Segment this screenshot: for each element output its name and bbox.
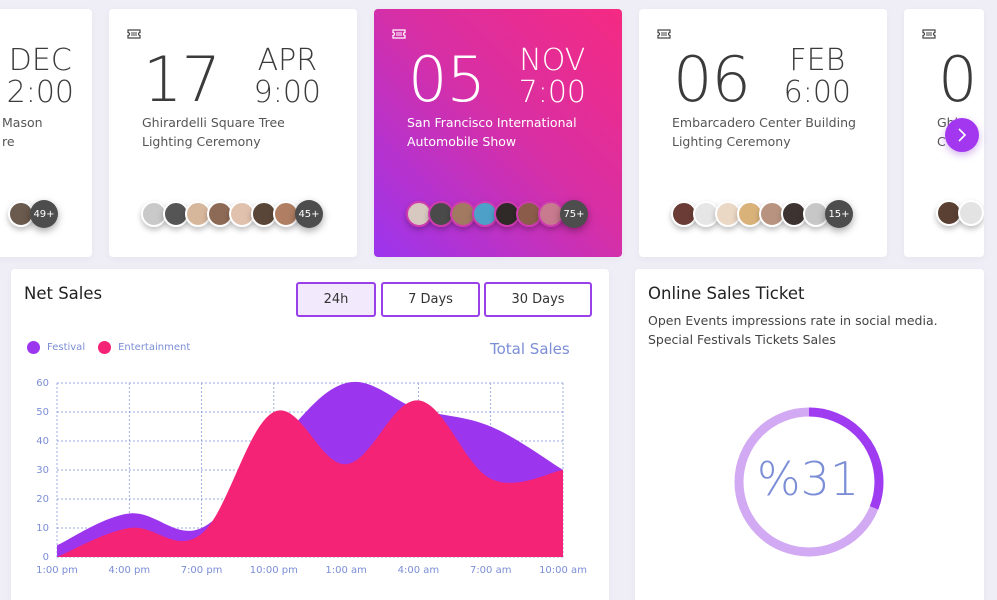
ticket-icon: [657, 29, 671, 39]
x-tick-label: 1:00 am: [325, 565, 367, 576]
more-attendees-badge[interactable]: 75+: [560, 200, 588, 228]
y-tick-label: 10: [36, 523, 49, 534]
event-title: Ghirardelli Square Tree Lighting Ceremon…: [142, 115, 285, 149]
net-sales-title: Net Sales: [24, 284, 103, 303]
event-day: 05: [408, 43, 486, 116]
attendee-avatars: [936, 200, 984, 226]
x-tick-label: 10:00 am: [539, 565, 587, 576]
x-tick-label: 7:00 am: [470, 565, 512, 576]
y-tick-label: 40: [36, 436, 49, 447]
legend-label-festival: Festival: [47, 342, 86, 353]
x-tick-label: 7:00 pm: [181, 565, 223, 576]
avatar: [958, 200, 984, 226]
event-day: 17: [143, 43, 221, 116]
range-24h-button[interactable]: 24h: [296, 282, 376, 317]
event-card[interactable]: DEC 2:00 Mason re 49+: [0, 9, 92, 257]
event-title: Embarcadero Center Building Lighting Cer…: [672, 115, 856, 149]
event-day: 0: [938, 43, 977, 116]
x-tick-label: 1:00 pm: [36, 565, 78, 576]
more-attendees-badge[interactable]: 15+: [825, 200, 853, 228]
event-card[interactable]: 06 FEB 6:00 Embarcadero Center Building …: [639, 9, 887, 257]
y-tick-label: 20: [36, 494, 49, 505]
x-tick-label: 10:00 pm: [250, 565, 298, 576]
legend-label-entertainment: Entertainment: [118, 342, 191, 353]
more-attendees-badge[interactable]: 49+: [30, 200, 58, 228]
chevron-right-icon: [958, 128, 967, 142]
ticket-icon: [922, 29, 936, 39]
event-month-time: APR 9:00: [253, 43, 321, 110]
attendee-avatars: 49+: [8, 200, 58, 228]
event-month-time: NOV 7:00: [518, 43, 586, 110]
y-tick-label: 0: [43, 552, 49, 563]
attendee-avatars: 45+: [141, 200, 323, 228]
y-tick-label: 50: [36, 407, 49, 418]
online-sales-title: Online Sales Ticket: [648, 284, 805, 303]
legend-swatch-entertainment: [98, 341, 112, 354]
x-tick-label: 4:00 am: [398, 565, 440, 576]
event-card[interactable]: 17 APR 9:00 Ghirardelli Square Tree Ligh…: [109, 9, 357, 257]
ticket-icon: [392, 29, 406, 39]
attendee-avatars: 15+: [671, 200, 853, 228]
percentage-value: %31: [756, 452, 860, 506]
y-tick-label: 60: [36, 378, 49, 389]
online-sales-description: Open Events impressions rate in social m…: [648, 313, 938, 347]
attendee-avatars: 75+: [406, 200, 588, 228]
event-day: 06: [673, 43, 751, 116]
event-month-time: DEC 2:00: [6, 43, 74, 110]
event-month-time: FEB 6:00: [783, 43, 851, 110]
next-events-button[interactable]: [945, 118, 979, 152]
chart-legend: Festival Entertainment: [27, 341, 190, 354]
y-tick-label: 30: [36, 465, 49, 476]
more-attendees-badge[interactable]: 45+: [295, 200, 323, 228]
legend-swatch-festival: [27, 341, 40, 354]
net-sales-chart: 0 10 20 30 40 50 60 1:00 pm 4:00 pm 7:00 pm 10:00 …: [36, 378, 587, 576]
event-card-selected[interactable]: 05 NOV 7:00 San Francisco International …: [374, 9, 622, 257]
event-title: Mason re: [2, 115, 43, 149]
total-sales-label: Total Sales: [490, 340, 570, 358]
event-title: San Francisco International Automobile S…: [407, 115, 577, 149]
x-tick-label: 4:00 pm: [108, 565, 150, 576]
range-7days-button[interactable]: 7 Days: [381, 282, 480, 317]
range-30days-button[interactable]: 30 Days: [484, 282, 592, 317]
ticket-icon: [127, 29, 141, 39]
